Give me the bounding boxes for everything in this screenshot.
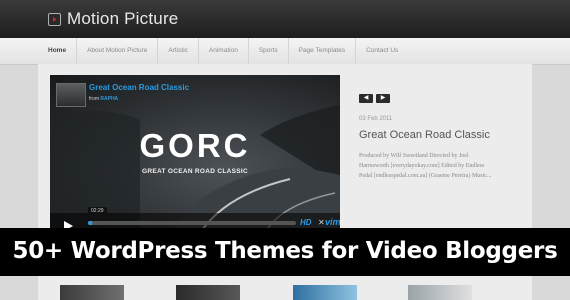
play-square-icon	[48, 12, 61, 26]
video-title[interactable]: Great Ocean Road Classic	[89, 83, 189, 92]
post-thumbnail[interactable]	[408, 285, 472, 300]
video-big-title: GORC	[139, 127, 251, 164]
post-thumbnail[interactable]	[176, 285, 240, 300]
video-author-link[interactable]: RAPHA	[100, 96, 118, 102]
main-nav: Home About Motion Picture Artistic Anima…	[0, 38, 570, 65]
nav-item-artistic[interactable]: Artistic	[158, 38, 199, 64]
post-title[interactable]: Great Ocean Road Classic	[359, 129, 490, 141]
post-description: Produced by Wilf Sweetland Directed by J…	[359, 153, 492, 179]
progress-fill	[88, 221, 93, 225]
promo-banner: 50+ WordPress Themes for Video Bloggers	[0, 228, 570, 276]
progress-bar[interactable]	[88, 221, 296, 225]
vimeo-logo[interactable]: vimeo	[325, 217, 340, 227]
video-byline: from RAPHA	[89, 96, 118, 102]
nav-item-page-templates[interactable]: Page Templates	[289, 38, 357, 64]
site-logo[interactable]: Motion Picture	[48, 9, 178, 29]
fullscreen-icon[interactable]: ✕	[318, 218, 325, 227]
prev-arrow-button[interactable]: ◀	[359, 94, 373, 103]
hd-toggle[interactable]: HD	[300, 218, 312, 227]
nav-item-about[interactable]: About Motion Picture	[77, 38, 159, 64]
post-thumbnail[interactable]	[293, 285, 357, 300]
post-date: 03 Feb 2011	[359, 116, 393, 122]
channel-thumbnail[interactable]	[56, 83, 86, 107]
nav-item-contact[interactable]: Contact Us	[356, 38, 408, 64]
from-label: from	[89, 96, 99, 102]
video-subtitle: GREAT OCEAN ROAD CLASSIC	[141, 168, 249, 175]
nav-item-animation[interactable]: Animation	[199, 38, 249, 64]
next-arrow-button[interactable]: ▶	[376, 94, 390, 103]
time-display: 02:29	[88, 207, 107, 215]
video-player[interactable]: Great Ocean Road Classic from RAPHA GORC…	[50, 75, 340, 233]
slider-arrows: ◀ ▶	[359, 94, 390, 103]
site-name: Motion Picture	[67, 9, 179, 28]
nav-item-home[interactable]: Home	[38, 38, 78, 64]
site-header: Motion Picture	[0, 0, 570, 38]
nav-item-sports[interactable]: Sports	[249, 38, 289, 64]
post-thumbnail[interactable]	[60, 285, 124, 300]
